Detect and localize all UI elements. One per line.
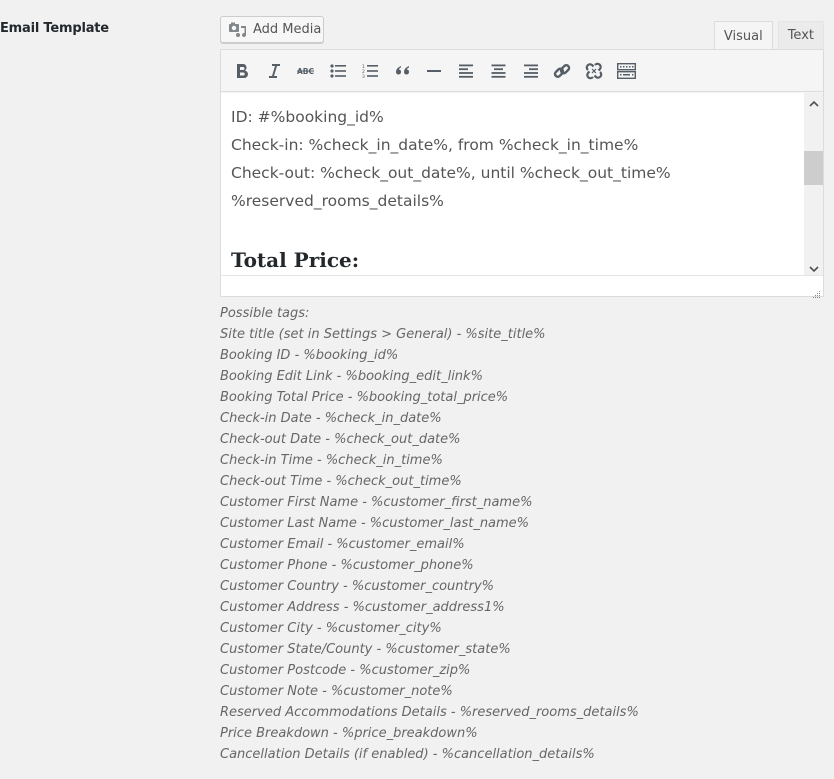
content-line-check-out: Check-out: %check_out_date%, until %chec… [231, 164, 671, 182]
insert-link-button[interactable] [547, 56, 577, 86]
bold-button[interactable] [227, 56, 257, 86]
editor-toolbar: ABC 123 [221, 50, 823, 92]
bulleted-list-button[interactable] [323, 56, 353, 86]
tab-visual[interactable]: Visual [713, 21, 773, 50]
editor-scrollbar[interactable] [804, 93, 823, 276]
tag-item: Customer Country - %customer_country% [220, 579, 495, 594]
content-heading-total-price: Total Price: [231, 248, 360, 272]
tag-item: Cancellation Details (if enabled) - %can… [220, 747, 595, 762]
tag-item: Customer Address - %customer_address1% [220, 600, 505, 615]
align-center-button[interactable] [483, 56, 513, 86]
tag-item: Booking Total Price - %booking_total_pri… [220, 390, 509, 405]
unlink-icon [585, 62, 603, 80]
link-icon [553, 62, 571, 80]
add-media-button[interactable]: Add Media [220, 16, 324, 43]
content-line-booking-id: ID: #%booking_id% [231, 108, 384, 126]
blockquote-button[interactable] [387, 56, 417, 86]
align-center-icon [491, 64, 506, 78]
possible-tags-title: Possible tags: [220, 306, 310, 321]
tag-item: Customer Note - %customer_note% [220, 684, 453, 699]
content-line-reserved-rooms: %reserved_rooms_details% [231, 192, 444, 210]
tag-item: Price Breakdown - %price_breakdown% [220, 726, 478, 741]
tag-item: Site title (set in Settings > General) -… [220, 327, 546, 342]
italic-button[interactable] [259, 56, 289, 86]
editor-tabs: Visual Text [709, 21, 824, 50]
tag-item: Check-out Date - %check_out_date% [220, 432, 461, 447]
remove-link-button[interactable] [579, 56, 609, 86]
horizontal-line-button[interactable] [419, 56, 449, 86]
keyboard-icon [616, 62, 636, 79]
tag-item: Customer Phone - %customer_phone% [220, 558, 474, 573]
email-template-label: Email Template [0, 21, 109, 36]
tag-item: Booking ID - %booking_id% [220, 348, 399, 363]
horizontal-line-icon [427, 69, 441, 73]
blockquote-icon [394, 65, 410, 77]
tag-item: Check-out Time - %check_out_time% [220, 474, 462, 489]
tag-item: Check-in Date - %check_in_date% [220, 411, 442, 426]
scroll-down-button[interactable] [804, 259, 823, 276]
rich-text-editor: ABC 123 ID: #%booking_id% Check-in: %che… [220, 49, 824, 298]
tab-text[interactable]: Text [777, 21, 824, 49]
media-icon [229, 22, 247, 38]
italic-icon [267, 63, 281, 79]
tag-item: Customer Last Name - %customer_last_name… [220, 516, 530, 531]
editor-content-area[interactable]: ID: #%booking_id% Check-in: %check_in_da… [221, 93, 804, 276]
strikethrough-button[interactable]: ABC [291, 56, 321, 86]
bold-icon [235, 63, 249, 79]
add-media-label: Add Media [253, 22, 322, 37]
strikethrough-icon: ABC [297, 66, 315, 76]
tag-item: Customer Postcode - %customer_zip% [220, 663, 471, 678]
numbered-list-button[interactable]: 123 [355, 56, 385, 86]
toolbar-toggle-button[interactable] [611, 56, 641, 86]
align-left-button[interactable] [451, 56, 481, 86]
align-left-icon [458, 64, 474, 78]
tag-item: Customer City - %customer_city% [220, 621, 442, 636]
bulleted-list-icon [330, 63, 346, 78]
tag-item: Check-in Time - %check_in_time% [220, 453, 443, 468]
tag-item: Customer First Name - %customer_first_na… [220, 495, 533, 510]
tag-item: Booking Edit Link - %booking_edit_link% [220, 369, 483, 384]
tag-item: Customer State/County - %customer_state% [220, 642, 511, 657]
content-blank-line [231, 215, 794, 243]
possible-tags-description: Possible tags: Site title (set in Settin… [220, 303, 639, 765]
content-line-check-in: Check-in: %check_in_date%, from %check_i… [231, 136, 639, 154]
align-right-icon [523, 64, 538, 78]
svg-text:3: 3 [362, 74, 365, 78]
tag-item: Customer Email - %customer_email% [220, 537, 465, 552]
resize-handle-icon[interactable] [811, 284, 821, 298]
chevron-up-icon [808, 92, 819, 111]
align-right-button[interactable] [515, 56, 545, 86]
numbered-list-icon: 123 [362, 64, 378, 78]
scrollbar-thumb[interactable] [804, 151, 823, 185]
scroll-up-button[interactable] [804, 93, 823, 110]
tag-item: Reserved Accommodations Details - %reser… [220, 705, 639, 720]
editor-statusbar [221, 275, 823, 298]
